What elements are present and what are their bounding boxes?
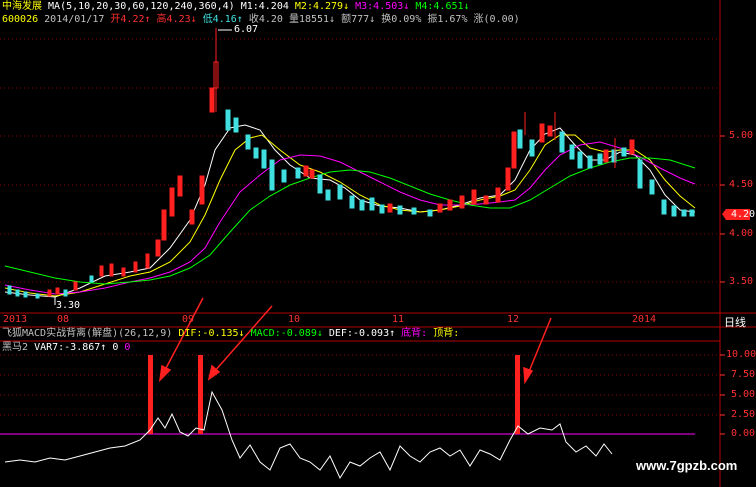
amount: 额777↓ (341, 14, 376, 25)
sub-y-tick-5: 5.00 (731, 389, 756, 400)
ma-green (4, 157, 696, 285)
ma1-value: M1:4.204 (240, 1, 289, 12)
period-label[interactable]: 日线 (724, 314, 746, 330)
x-tick-09: 09 (182, 314, 195, 325)
amplitude: 振1.67% (427, 14, 468, 25)
var-value: 0 (112, 342, 119, 353)
ma2-value: M2:4.279↓ (294, 1, 350, 12)
volume: 量18551↓ (288, 14, 336, 25)
header-row-1: 中海发展 MA(5,10,20,30,60,120,240,360,4) M1:… (2, 1, 470, 13)
stock-name[interactable]: 中海发展 (2, 1, 42, 12)
var7-value: VAR7:-3.867↑ (34, 342, 107, 353)
x-tick-11: 11 (392, 314, 405, 325)
dif-value: DIF:-0.135↓ (178, 328, 245, 339)
open-price: 开4.22↑ (110, 14, 151, 25)
candles (7, 28, 695, 305)
y-tick-4.50: 4.50 (729, 179, 754, 190)
dea-value: DEF:-0.093↑ (328, 328, 396, 339)
var-header: 黑马2 VAR7:-3.867↑ 0 0 (2, 342, 130, 354)
sub-grid (0, 354, 720, 416)
low-label: 3.30 (56, 300, 81, 311)
y-tick-3.50: 3.50 (729, 276, 754, 287)
var-value-2: 0 (124, 342, 131, 353)
indicator-header: 飞狐MACD实战背离(解盘)(26,12,9) DIF:-0.135↓ MACD… (2, 328, 459, 340)
sub-y-tick-2.5: 2.50 (731, 409, 756, 420)
ma-white (4, 124, 696, 298)
ma-params: MA(5,10,20,30,60,120,240,360,4) (48, 1, 235, 12)
ma4-value: M4:4.651↓ (415, 1, 470, 12)
ma3-value: M3:4.503↓ (355, 1, 410, 12)
sub-y-tick-10: 10.00 (726, 349, 756, 360)
top-divergence: 顶背: (433, 328, 460, 339)
current-price-label: 4.20 (731, 209, 756, 220)
x-tick-10: 10 (288, 314, 301, 325)
x-tick-2013: 2013 (3, 314, 28, 325)
x-tick-08: 08 (57, 314, 70, 325)
quote-date: 2014/01/17 (44, 14, 105, 25)
stock-code: 600026 (2, 14, 39, 25)
y-tick-4.00: 4.00 (729, 228, 754, 239)
change: 涨(0.00) (473, 14, 520, 25)
watermark: www.7gpzb.com (636, 458, 738, 473)
annotation-arrows (158, 297, 552, 385)
indicator-title[interactable]: 飞狐MACD实战背离(解盘)(26,12,9) (2, 328, 172, 339)
high-price: 高4.23↓ (156, 14, 197, 25)
y-tick-5.00: 5.00 (729, 130, 754, 141)
x-tick-12: 12 (507, 314, 520, 325)
sub-y-tick-0: 0.00 (731, 428, 756, 439)
second-indicator-title[interactable]: 黑马2 (2, 342, 28, 353)
turnover: 换0.09% (381, 14, 422, 25)
chart-canvas (0, 0, 756, 487)
sub-y-tick-7.5: 7.50 (731, 369, 756, 380)
header-row-2: 600026 2014/01/17 开4.22↑ 高4.23↓ 低4.16↑ 收… (2, 14, 520, 26)
x-tick-2014: 2014 (632, 314, 657, 325)
bottom-divergence: 底背: (401, 328, 428, 339)
high-label: 6.07 (234, 24, 259, 35)
macd-value: MACD:-0.089↓ (250, 328, 323, 339)
var7-line (4, 390, 613, 480)
